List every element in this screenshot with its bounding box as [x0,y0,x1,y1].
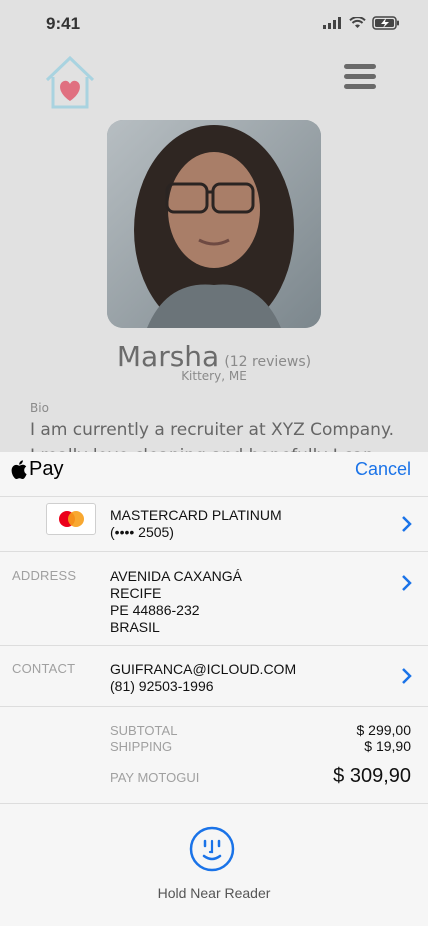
wifi-icon [349,17,366,28]
profile-location: Kittery, ME [181,369,247,383]
shipping-label: SHIPPING [110,739,173,754]
chevron-right-icon[interactable] [400,574,412,592]
card-details: MASTERCARD PLATINUM (•••• 2505) [110,507,282,541]
contact-row[interactable]: CONTACT GUIFRANCA@ICLOUD.COM (81) 92503-… [0,646,428,707]
signal-icon [323,17,341,29]
address-line: BRASIL [110,619,160,635]
address-line: AVENIDA CAXANGÁ [110,568,243,584]
hamburger-menu-icon[interactable] [344,64,376,90]
subtotal-value: $ 299,00 [356,722,412,738]
face-id-icon [189,826,235,872]
pay-brand-text: Pay [29,458,64,480]
pay-sheet-header: Pay Cancel [0,452,428,497]
chevron-right-icon[interactable] [400,515,412,533]
chevron-right-icon[interactable] [400,667,412,685]
address-row[interactable]: ADDRESS AVENIDA CAXANGÁ RECIFE PE 44886-… [0,552,428,646]
total-value: $ 309,90 [333,765,411,787]
battery-charging-icon [372,16,399,30]
bio-label: Bio [30,401,49,415]
contact-details: GUIFRANCA@ICLOUD.COM (81) 92503-1996 [110,661,296,695]
address-label: ADDRESS [12,568,77,583]
card-number: (•••• 2505) [110,524,174,540]
mastercard-icon [46,503,96,535]
apple-pay-logo: Pay [11,458,63,481]
contact-phone: (81) 92503-1996 [110,678,214,694]
apple-icon [11,460,27,479]
cancel-button[interactable]: Cancel [355,459,411,480]
bio-text: I am currently a recruiter at XYZ Compan… [30,420,394,453]
status-icons [323,16,400,30]
card-name: MASTERCARD PLATINUM [110,507,282,523]
house-heart-logo-icon [44,55,96,110]
pay-merchant-label: PAY MOTOGUI [110,770,200,785]
contact-email: GUIFRANCA@ICLOUD.COM [110,661,297,677]
status-time: 9:41 [46,14,81,33]
subtotal-label: SUBTOTAL [110,723,178,738]
address-line: RECIFE [110,585,162,601]
contact-label: CONTACT [12,661,76,676]
hold-near-reader-text: Hold Near Reader [157,885,271,901]
profile-photo [107,120,321,328]
address-line: PE 44886-232 [110,602,200,618]
shipping-value: $ 19,90 [364,738,411,754]
address-details: AVENIDA CAXANGÁ RECIFE PE 44886-232 BRAS… [110,568,242,636]
totals-section: SUBTOTAL $ 299,00 SHIPPING $ 19,90 PAY M… [0,707,428,804]
review-count[interactable]: (12 reviews) [224,354,311,370]
card-row[interactable]: MASTERCARD PLATINUM (•••• 2505) [0,497,428,552]
status-bar: 9:41 [0,0,428,50]
